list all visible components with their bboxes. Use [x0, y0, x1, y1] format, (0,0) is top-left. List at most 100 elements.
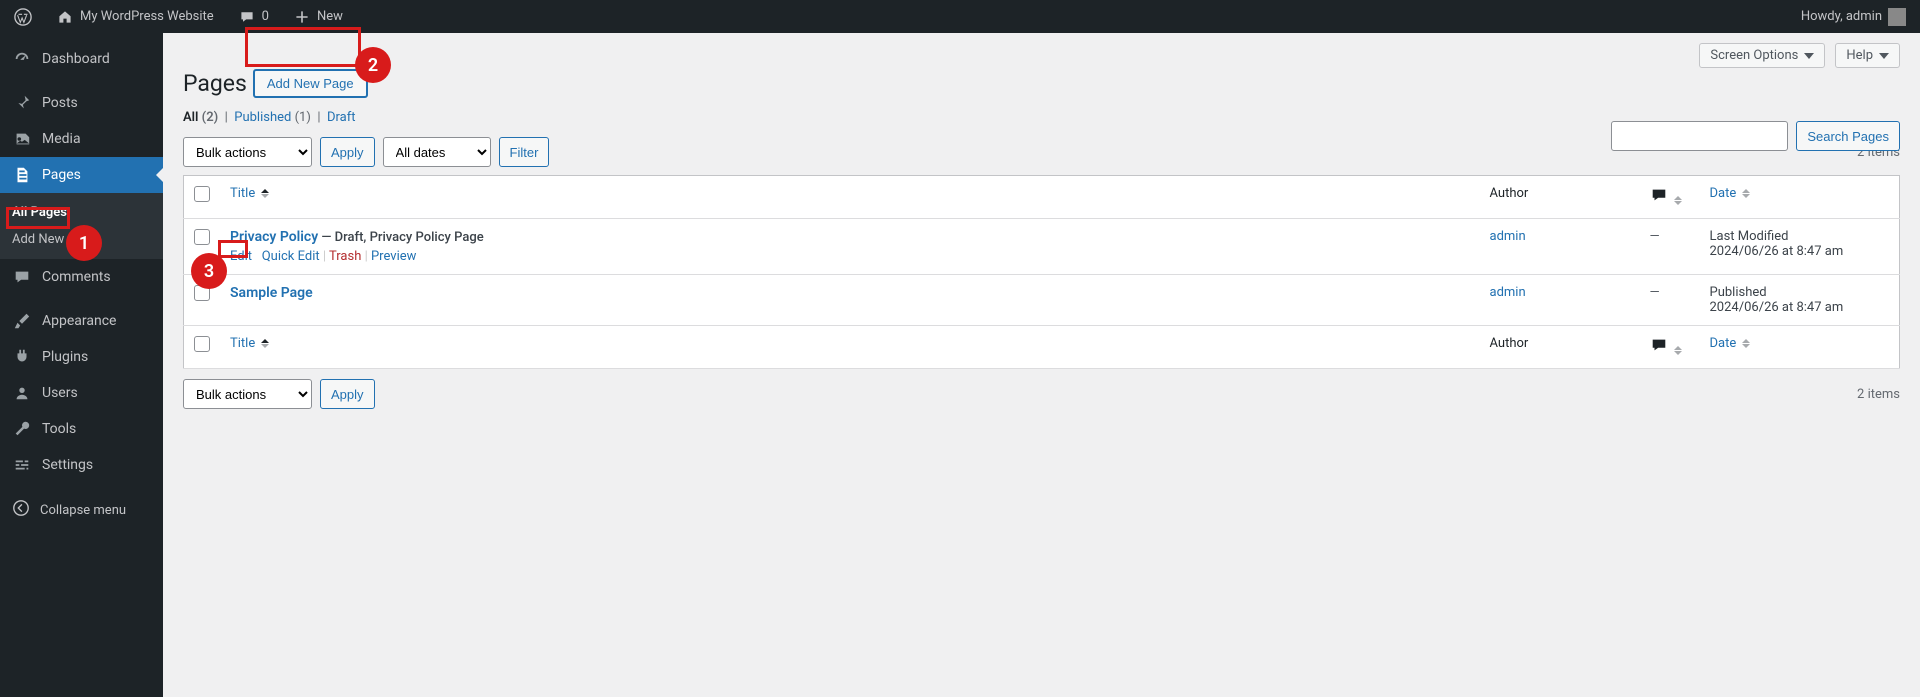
filter-draft[interactable]: Draft: [327, 110, 356, 125]
row-date-value: 2024/06/26 at 8:47 am: [1710, 244, 1890, 259]
submenu-add-new[interactable]: Add New: [0, 226, 163, 253]
menu-posts-label: Posts: [42, 95, 78, 111]
row-state: — Draft, Privacy Policy Page: [318, 230, 484, 245]
row-date-value: 2024/06/26 at 8:47 am: [1710, 300, 1890, 315]
row-comments: —: [1640, 219, 1700, 275]
home-icon: [56, 8, 74, 26]
menu-media[interactable]: Media: [0, 121, 163, 157]
pin-icon: [12, 93, 32, 113]
comment-bubble-icon: [1650, 343, 1668, 358]
pages-icon: [12, 165, 32, 185]
plus-icon: [293, 8, 311, 26]
comment-icon: [238, 8, 256, 26]
action-preview[interactable]: Preview: [371, 249, 416, 264]
col-title-bottom[interactable]: Title: [220, 326, 1480, 369]
filter-all[interactable]: All (2): [183, 110, 218, 125]
col-date-top[interactable]: Date: [1700, 176, 1900, 219]
main-content: Screen Options Help Pages Add New Page 2…: [163, 33, 1920, 697]
topbar-comments[interactable]: 0: [232, 8, 275, 26]
col-comments-bottom[interactable]: [1640, 326, 1700, 369]
action-quick-edit[interactable]: Quick Edit: [262, 249, 320, 264]
row-title-link[interactable]: Sample Page: [230, 285, 313, 301]
add-new-page-button[interactable]: Add New Page: [253, 69, 368, 98]
page-title: Pages: [183, 70, 247, 97]
select-all-top[interactable]: [194, 186, 210, 202]
bulk-actions-select-bottom[interactable]: Bulk actions: [183, 379, 312, 409]
row-checkbox[interactable]: [194, 285, 210, 301]
menu-tools-label: Tools: [42, 421, 76, 437]
row-title-link[interactable]: Privacy Policy: [230, 229, 318, 245]
menu-appearance[interactable]: Appearance: [0, 303, 163, 339]
row-author-link[interactable]: admin: [1490, 229, 1526, 244]
pages-table: Title Author Date: [183, 175, 1900, 369]
menu-users[interactable]: Users: [0, 375, 163, 411]
table-row: Privacy Policy — Draft, Privacy Policy P…: [184, 219, 1900, 275]
sort-icon: [1674, 196, 1682, 205]
sort-icon: [261, 189, 269, 198]
menu-media-label: Media: [42, 131, 81, 147]
topbar-new[interactable]: New: [287, 8, 349, 26]
menu-appearance-label: Appearance: [42, 313, 116, 329]
row-actions: Edit Quick Edit | Trash | Preview: [230, 249, 1470, 264]
row-checkbox[interactable]: [194, 229, 210, 245]
apply-button-top[interactable]: Apply: [320, 137, 375, 167]
wp-logo[interactable]: [8, 8, 38, 26]
sort-icon: [1742, 189, 1750, 198]
wordpress-icon: [14, 8, 32, 26]
menu-comments-label: Comments: [42, 269, 111, 285]
admin-sidebar: Dashboard Posts Media Pages All Pages Ad…: [0, 33, 163, 697]
collapse-label: Collapse menu: [40, 503, 126, 518]
col-title-top[interactable]: Title: [220, 176, 1480, 219]
row-author-link[interactable]: admin: [1490, 285, 1526, 300]
menu-pages[interactable]: Pages: [0, 157, 163, 193]
sliders-icon: [12, 455, 32, 475]
menu-posts[interactable]: Posts: [0, 85, 163, 121]
menu-settings[interactable]: Settings: [0, 447, 163, 483]
topbar-comments-count: 0: [262, 9, 269, 24]
row-date-status: Last Modified: [1710, 229, 1890, 244]
topbar-new-label: New: [317, 9, 343, 24]
apply-button-bottom[interactable]: Apply: [320, 379, 375, 409]
collapse-menu[interactable]: Collapse menu: [0, 491, 163, 529]
action-trash[interactable]: Trash: [329, 249, 361, 264]
user-icon: [12, 383, 32, 403]
row-comments: —: [1640, 275, 1700, 326]
menu-dashboard[interactable]: Dashboard: [0, 41, 163, 77]
date-filter-select[interactable]: All dates: [383, 137, 491, 167]
filter-button[interactable]: Filter: [499, 137, 550, 167]
col-author-bottom: Author: [1480, 326, 1640, 369]
sort-icon: [1674, 346, 1682, 355]
site-name-label: My WordPress Website: [80, 9, 214, 24]
wrench-icon: [12, 419, 32, 439]
action-edit[interactable]: Edit: [230, 249, 252, 264]
avatar: [1888, 8, 1906, 26]
table-row: Sample Page admin — Published 2024/06/26…: [184, 275, 1900, 326]
comment-bubble-icon: [1650, 193, 1668, 208]
howdy-label: Howdy, admin: [1801, 9, 1882, 24]
col-date-bottom[interactable]: Date: [1700, 326, 1900, 369]
plug-icon: [12, 347, 32, 367]
brush-icon: [12, 311, 32, 331]
items-count-bottom: 2 items: [1857, 387, 1900, 402]
menu-plugins-label: Plugins: [42, 349, 88, 365]
search-pages-button[interactable]: Search Pages: [1796, 121, 1900, 151]
search-input[interactable]: [1611, 121, 1788, 151]
col-comments-top[interactable]: [1640, 176, 1700, 219]
bulk-actions-select-top[interactable]: Bulk actions: [183, 137, 312, 167]
select-all-bottom[interactable]: [194, 336, 210, 352]
menu-users-label: Users: [42, 385, 78, 401]
site-name-link[interactable]: My WordPress Website: [50, 8, 220, 26]
filter-published[interactable]: Published (1): [234, 110, 311, 125]
row-date-status: Published: [1710, 285, 1890, 300]
dashboard-icon: [12, 49, 32, 69]
col-author-top: Author: [1480, 176, 1640, 219]
menu-plugins[interactable]: Plugins: [0, 339, 163, 375]
howdy-user[interactable]: Howdy, admin: [1795, 8, 1912, 26]
pages-submenu: All Pages Add New: [0, 193, 163, 259]
comments-icon: [12, 267, 32, 287]
submenu-all-pages[interactable]: All Pages: [0, 199, 163, 226]
sort-icon: [261, 339, 269, 348]
sort-icon: [1742, 339, 1750, 348]
menu-tools[interactable]: Tools: [0, 411, 163, 447]
menu-comments[interactable]: Comments: [0, 259, 163, 295]
